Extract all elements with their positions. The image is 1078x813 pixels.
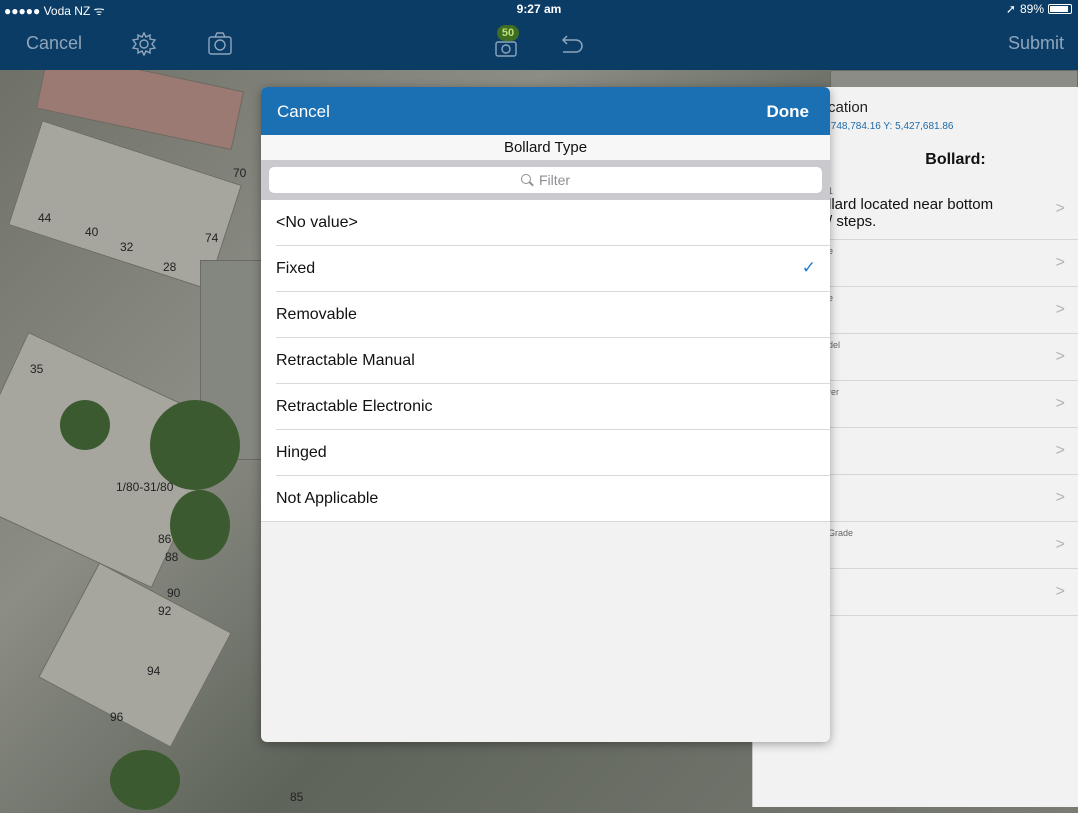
map-label: 86 [158,532,172,546]
bollard-type-popover: Cancel Done Bollard Type Filter <No valu… [261,87,830,742]
attribute-row[interactable]: > [828,428,1078,475]
chevron-right-icon: > [1055,583,1065,600]
chevron-right-icon: > [1055,348,1065,365]
photo-count-badge: 50 [497,25,519,41]
option-item[interactable]: Hinged [276,430,830,476]
map-tree [170,490,230,560]
option-item[interactable]: Retractable Electronic [276,384,830,430]
submit-button[interactable]: Submit [1008,33,1064,54]
location-arrow-icon: ➚ [1005,2,1016,16]
attribute-value: llard located near bottom / steps. [828,196,994,230]
map-label: 90 [167,586,181,600]
map-tree [150,400,240,490]
filter-bar: Filter [261,160,830,200]
chevron-right-icon: > [1055,254,1065,271]
filter-placeholder: Filter [538,172,571,188]
map-label: 32 [120,240,134,254]
status-bar: ●●●●● Voda NZ ᯤ 9:27 am ➚ 89% [0,0,1078,18]
search-icon [520,174,533,186]
attribute-row[interactable]: e > [828,287,1078,334]
app-toolbar: Cancel 50 Submit [0,18,1078,70]
map-label: 74 [205,231,219,245]
map-label: 44 [38,211,52,225]
map-label: 28 [163,260,177,274]
map-building [38,562,232,748]
map-label: 85 [290,790,304,804]
option-item[interactable]: Removable [276,292,830,338]
option-item[interactable]: Fixed ✓ [276,246,830,292]
filter-input[interactable]: Filter [269,167,822,193]
location-title: cation [828,99,869,116]
popover-title: Bollard Type [261,135,830,160]
option-item[interactable]: Not Applicable [261,476,830,522]
chevron-right-icon: > [1055,536,1065,553]
chevron-right-icon: > [1055,489,1065,506]
map-label: 96 [110,710,124,724]
attribute-row[interactable]: rer > [828,381,1078,428]
map-label: 94 [147,664,161,678]
checkmark-icon: ✓ [801,258,816,277]
attribute-row[interactable]: del > [828,334,1078,381]
chevron-right-icon: > [1055,395,1065,412]
attribute-row[interactable]: > [828,475,1078,522]
attribute-row[interactable]: > [828,569,1078,616]
option-item[interactable]: Retractable Manual [276,338,830,384]
toolbar-cancel-button[interactable]: Cancel [26,33,82,54]
map-label: 40 [85,225,99,239]
option-item[interactable]: <No value> [276,200,830,246]
chevron-right-icon: > [1055,301,1065,318]
battery-icon [1048,4,1072,14]
map-label: 1/80-31/80 [116,480,174,494]
map-tree [110,750,180,810]
popover-done-button[interactable]: Done [767,102,810,122]
popover-cancel-button[interactable]: Cancel [277,102,330,122]
attribute-row[interactable]: Grade > [828,522,1078,569]
map-label: 88 [165,550,179,564]
chevron-right-icon: > [1055,200,1065,217]
map-label: 92 [158,604,172,618]
camera-icon[interactable] [204,28,236,60]
gear-icon[interactable] [128,28,160,60]
popover-header: Cancel Done [261,87,830,135]
attribute-row[interactable]: e > [828,240,1078,287]
map-tree [60,400,110,450]
clock: 9:27 am [516,2,562,16]
location-coords: ,748,784.16 Y: 5,427,681.86 [828,121,954,132]
undo-icon[interactable] [554,28,586,60]
attribute-row[interactable]: 1 llard located near bottom / steps. > [828,180,1078,240]
map-label: 35 [30,362,44,376]
map-label: 70 [233,166,247,180]
chevron-right-icon: > [1055,442,1065,459]
attribute-label: Grade [828,528,854,538]
battery-percent: 89% [1019,2,1044,16]
option-list: <No value> Fixed ✓ Removable Retractable… [261,200,830,522]
